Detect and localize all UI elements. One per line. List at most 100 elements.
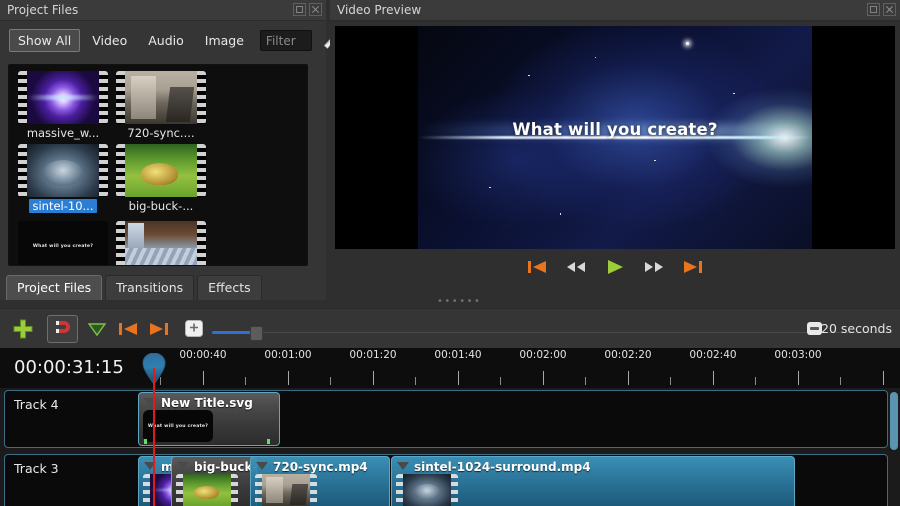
- timeline-clip[interactable]: sintel-1024-surround.mp4: [391, 456, 795, 506]
- file-thumbnail: [116, 71, 206, 124]
- thumbnail-art: [403, 474, 451, 506]
- project-files-title: Project Files: [7, 3, 78, 17]
- thumbnail-art: [27, 71, 99, 124]
- ruler-tick-major: [458, 371, 459, 385]
- filmstrip-perforation-icon: [143, 474, 150, 506]
- filmstrip-perforation-icon: [197, 71, 206, 124]
- clip-title: 720-sync.mp4: [273, 460, 368, 474]
- project-file-item[interactable]: What will you create?New Title...: [15, 221, 111, 266]
- chevron-down-icon[interactable]: [256, 462, 268, 470]
- star: [560, 213, 561, 214]
- clip-title: big-buck-: [194, 460, 257, 474]
- center-icon[interactable]: [185, 320, 203, 337]
- star-glow: [686, 42, 689, 45]
- skip-back-icon[interactable]: [526, 257, 548, 277]
- timeline-clip[interactable]: 720-sync.mp4: [250, 456, 390, 506]
- filmstrip-perforation-icon: [116, 71, 125, 124]
- tab-transitions[interactable]: Transitions: [105, 275, 194, 300]
- video-preview-window-buttons: [867, 3, 896, 16]
- ruler-tick-major: [628, 371, 629, 385]
- zoom-slider-track: [254, 332, 892, 333]
- ruler-tick-major: [883, 371, 884, 385]
- timeline-clip[interactable]: New Title.svgWhat will you create?: [138, 392, 280, 446]
- project-file-item[interactable]: 100_0684....: [113, 221, 209, 266]
- filter-image-button[interactable]: Image: [196, 29, 253, 52]
- project-file-item[interactable]: 720-sync....: [113, 71, 209, 140]
- preview-caption-text: What will you create?: [418, 120, 812, 139]
- video-preview-title: Video Preview: [337, 3, 421, 17]
- filmstrip-perforation-icon: [451, 474, 458, 506]
- file-thumbnail: What will you create?: [18, 221, 108, 266]
- tab-project-files[interactable]: Project Files: [6, 275, 102, 300]
- thumbnail-art: [125, 221, 197, 266]
- zoom-slider[interactable]: [212, 331, 892, 335]
- filter-video-button[interactable]: Video: [83, 29, 136, 52]
- project-file-label-wrap: massive_w...: [15, 126, 111, 140]
- video-frame: What will you create?: [418, 26, 812, 249]
- file-thumbnail: [116, 221, 206, 266]
- file-thumbnail: [18, 144, 108, 197]
- ruler-tick-major: [543, 371, 544, 385]
- project-files-title-bar: Project Files: [0, 0, 326, 21]
- project-file-item[interactable]: sintel-10...: [15, 144, 111, 217]
- float-icon[interactable]: [293, 3, 306, 16]
- timeline-clip[interactable]: big-buck-: [171, 456, 257, 506]
- playhead-timecode: 00:00:31:15: [14, 357, 124, 378]
- close-icon[interactable]: [883, 3, 896, 16]
- timeline-track[interactable]: Track 3mbig-buck-720-sync.mp4sintel-1024…: [4, 454, 888, 506]
- plus-icon[interactable]: [12, 318, 34, 340]
- ruler-tick-minor: [840, 377, 841, 385]
- filter-show-all-button[interactable]: Show All: [9, 29, 80, 52]
- filmstrip-perforation-icon: [116, 144, 125, 197]
- timeline-vertical-scrollbar[interactable]: [890, 392, 898, 450]
- panel-splitter-handle[interactable]: ••••••: [437, 298, 471, 306]
- project-file-item[interactable]: massive_w...: [15, 71, 111, 140]
- ruler-tick-minor: [670, 377, 671, 385]
- ruler-tick-minor: [585, 377, 586, 385]
- file-thumbnail: [116, 144, 206, 197]
- star: [654, 160, 655, 161]
- tab-effects[interactable]: Effects: [197, 275, 262, 300]
- timeline-tracks[interactable]: Track 4New Title.svgWhat will you create…: [0, 388, 900, 506]
- close-icon[interactable]: [309, 3, 322, 16]
- float-icon[interactable]: [867, 3, 880, 16]
- star: [528, 75, 529, 76]
- chevron-down-icon[interactable]: [177, 462, 189, 470]
- skip-forward-icon[interactable]: [682, 257, 704, 277]
- star: [595, 57, 596, 58]
- zoom-slider-handle[interactable]: [250, 326, 263, 341]
- filmstrip-perforation-icon: [197, 221, 206, 266]
- filmstrip-perforation-icon: [255, 474, 262, 506]
- clip-keyframe-marker: [144, 439, 147, 444]
- zoom-level-icon[interactable]: [807, 322, 822, 335]
- arrow-right-icon[interactable]: [148, 318, 170, 340]
- filmstrip-perforation-icon: [116, 221, 125, 266]
- star: [489, 187, 491, 189]
- thumbnail-art: [27, 144, 99, 197]
- ruler-tick-major: [713, 371, 714, 385]
- project-files-window-buttons: [293, 3, 322, 16]
- marker-icon[interactable]: [86, 318, 108, 340]
- project-file-label: massive_w...: [15, 126, 111, 140]
- filmstrip-perforation-icon: [231, 474, 238, 506]
- timeline-ruler[interactable]: 00:00:31:15 00:00:4000:01:0000:01:2000:0…: [0, 348, 900, 389]
- timeline-track[interactable]: Track 4New Title.svgWhat will you create…: [4, 390, 888, 448]
- clip-title: New Title.svg: [161, 396, 253, 410]
- project-file-label: 720-sync....: [113, 126, 209, 140]
- magnet-icon[interactable]: [47, 315, 78, 343]
- play-icon[interactable]: [604, 257, 626, 277]
- project-file-item[interactable]: big-buck-...: [113, 144, 209, 217]
- ruler-tick-major: [798, 371, 799, 385]
- filter-input[interactable]: [260, 30, 312, 51]
- file-thumbnail: [18, 71, 108, 124]
- clip-thumbnail: [255, 474, 317, 506]
- chevron-down-icon[interactable]: [397, 462, 409, 470]
- video-stage[interactable]: What will you create?: [335, 26, 895, 249]
- filter-audio-button[interactable]: Audio: [139, 29, 193, 52]
- rewind-icon[interactable]: [565, 257, 587, 277]
- clip-title: sintel-1024-surround.mp4: [414, 460, 591, 474]
- fast-forward-icon[interactable]: [643, 257, 665, 277]
- arrow-left-icon[interactable]: [117, 318, 139, 340]
- project-files-list[interactable]: massive_w...720-sync....sintel-10...big-…: [8, 64, 308, 266]
- clip-keyframe-marker: [267, 439, 270, 444]
